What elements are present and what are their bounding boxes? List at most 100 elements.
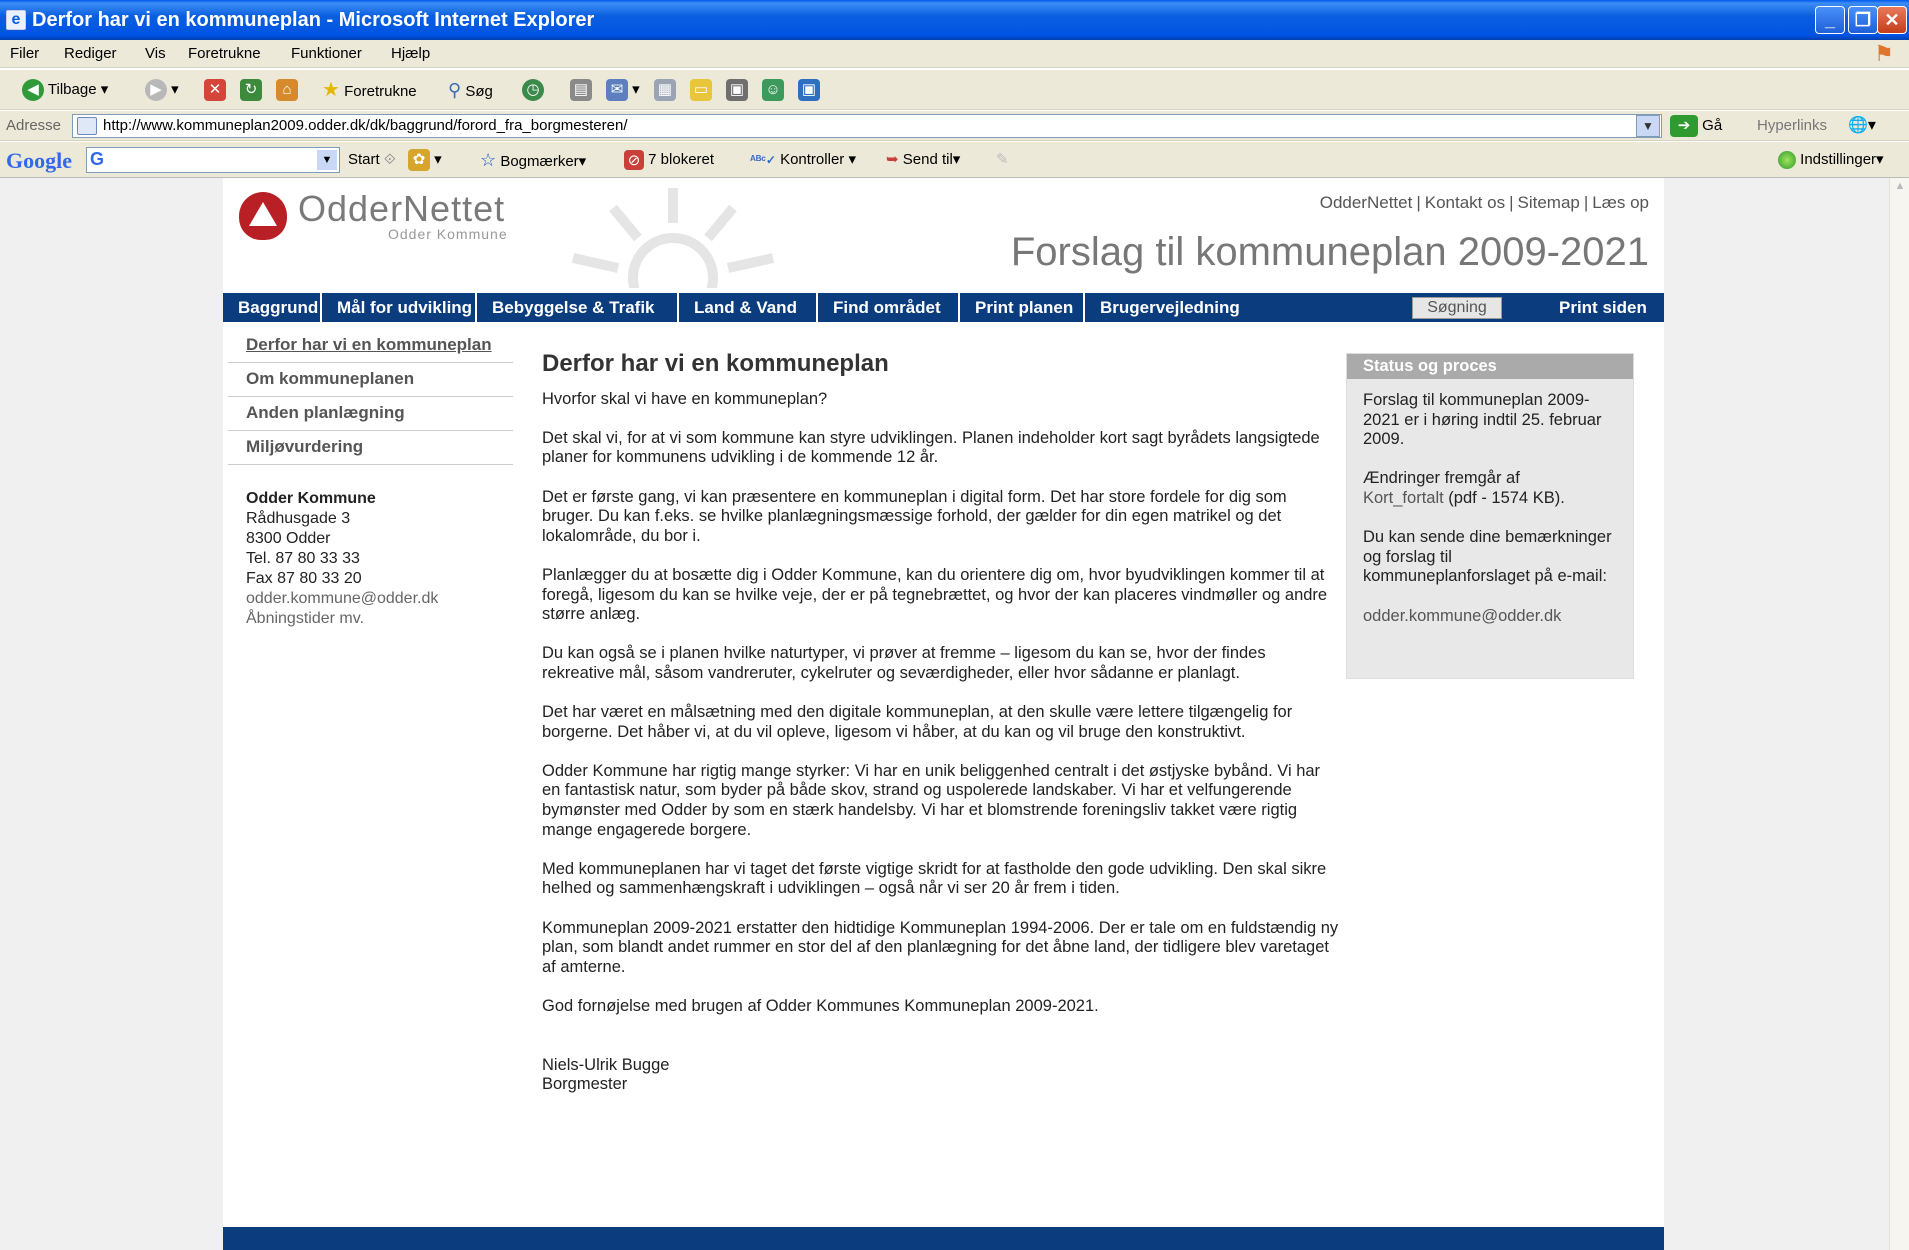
search-label: Søg: [465, 83, 493, 100]
kort-fortalt-link[interactable]: Kort_fortalt: [1363, 489, 1444, 507]
article-paragraph: Det skal vi, for at vi som kommune kan s…: [542, 428, 1320, 467]
contact-name: Odder Kommune: [246, 490, 376, 507]
nav-baggrund[interactable]: Baggrund: [223, 293, 322, 322]
forward-arrow-icon: ▶: [145, 79, 167, 102]
divider: [228, 464, 513, 465]
home-button[interactable]: ⌂: [276, 78, 298, 102]
opening-hours-link[interactable]: Åbningstider mv.: [246, 609, 438, 629]
menu-hjaelp[interactable]: Hjælp: [391, 45, 430, 62]
google-options-button[interactable]: ✿ ▾: [408, 148, 442, 172]
messenger-button[interactable]: ☺: [762, 78, 784, 102]
mail-button[interactable]: ✉ ▾: [606, 78, 640, 102]
restore-button[interactable]: ❐: [1848, 6, 1878, 34]
nav-bebyggelse-trafik[interactable]: Bebyggelse & Trafik: [477, 293, 679, 322]
google-settings-button[interactable]: Indstillinger▾: [1778, 148, 1884, 172]
research-button[interactable]: ▣: [726, 78, 748, 102]
bookmark-star-icon: ☆: [480, 150, 497, 170]
print-page-link[interactable]: Print siden: [1559, 293, 1647, 322]
site-logo-subtitle: Odder Kommune: [388, 226, 508, 242]
forward-button[interactable]: ▶ ▾: [145, 78, 179, 102]
minimize-button[interactable]: _: [1815, 6, 1845, 34]
history-icon: ◷: [522, 79, 544, 102]
article-paragraph: Det har været en målsætning med den digi…: [542, 703, 1293, 741]
article-paragraph: Odder Kommune har rigtig mange styrker: …: [542, 761, 1321, 839]
menu-bar: Filer Rediger Vis Foretrukne Funktioner …: [0, 40, 1909, 68]
nav-find-omraadet[interactable]: Find området: [818, 293, 960, 322]
media-button[interactable]: ▣: [798, 78, 820, 102]
status-email-link[interactable]: odder.kommune@odder.dk: [1363, 607, 1617, 627]
scroll-up-icon[interactable]: ▲: [1892, 180, 1908, 196]
menu-vis[interactable]: Vis: [145, 45, 166, 62]
address-label: Adresse: [6, 117, 62, 134]
back-label: Tilbage: [47, 81, 97, 98]
send-to-button[interactable]: ➥ Send til▾: [886, 148, 960, 172]
signature-name: Niels-Ulrik Bugge: [542, 1055, 670, 1074]
toplink-oddernettet[interactable]: OdderNettet: [1320, 193, 1413, 212]
back-arrow-icon: ◀: [22, 79, 44, 102]
google-logo: Google: [6, 148, 72, 174]
search-button[interactable]: Søgning: [1412, 297, 1502, 319]
nav-maal-for-udvikling[interactable]: Mål for udvikling: [322, 293, 477, 322]
popup-blocker-button[interactable]: ⊘ 7 blokeret: [624, 148, 714, 172]
subnav-om-kommuneplanen[interactable]: Om kommuneplanen: [246, 362, 512, 396]
edit-button[interactable]: ▦: [654, 78, 676, 102]
toplink-laes-op[interactable]: Læs op: [1592, 193, 1649, 212]
links-label[interactable]: Hyperlinks: [1757, 117, 1827, 134]
notes-button[interactable]: ▭: [690, 78, 712, 102]
menu-foretrukne[interactable]: Foretrukne: [188, 45, 261, 62]
note-icon: ▭: [690, 79, 712, 102]
toplink-kontakt[interactable]: Kontakt os: [1425, 193, 1505, 212]
favorites-button[interactable]: ★ Foretrukne: [322, 78, 417, 102]
menu-funktioner[interactable]: Funktioner: [291, 45, 362, 62]
search-icon: ⚲: [448, 80, 462, 100]
browser-viewport: OdderNettet Odder Kommune OdderNettet | Ko…: [0, 178, 1889, 1250]
window-titlebar: e Derfor har vi en kommuneplan - Microso…: [0, 0, 1909, 40]
subnav-derfor[interactable]: Derfor har vi en kommuneplan: [246, 328, 512, 362]
contact-tel: Tel. 87 80 33 33: [246, 550, 360, 567]
highlight-icon[interactable]: ✎: [996, 148, 1009, 172]
nav-land-vand[interactable]: Land & Vand: [679, 293, 818, 322]
contact-email-link[interactable]: odder.kommune@odder.dk: [246, 589, 438, 609]
subnav-miljoevurdering[interactable]: Miljøvurdering: [246, 430, 512, 464]
back-button[interactable]: ◀ Tilbage ▾: [22, 78, 108, 102]
stop-button[interactable]: ✕: [204, 78, 226, 102]
article-paragraph: Kommuneplan 2009-2021 erstatter den hidt…: [542, 918, 1339, 976]
toplink-sitemap[interactable]: Sitemap: [1518, 193, 1580, 212]
edit-icon: ▦: [654, 79, 676, 102]
address-bar: Adresse http://www.kommuneplan2009.odder…: [0, 111, 1909, 141]
google-start-button[interactable]: Start ⟐: [348, 148, 396, 172]
history-button[interactable]: ◷: [522, 78, 544, 102]
address-input[interactable]: http://www.kommuneplan2009.odder.dk/dk/b…: [72, 114, 1662, 138]
home-icon: ⌂: [276, 79, 298, 102]
nav-brugervejledning[interactable]: Brugervejledning: [1085, 293, 1265, 322]
vertical-scrollbar[interactable]: ▲: [1889, 178, 1909, 1250]
check-label: Kontroller: [780, 151, 845, 168]
refresh-button[interactable]: ↻: [240, 78, 262, 102]
bookmarks-button[interactable]: ☆ Bogmærker▾: [480, 148, 586, 172]
address-dropdown-button[interactable]: ▼: [1636, 115, 1660, 137]
google-search-dropdown[interactable]: ▼: [317, 150, 337, 170]
article: Derfor har vi en kommuneplan Hvorfor ska…: [542, 352, 1342, 1095]
status-changes: Ændringer fremgår af Kort_fortalt (pdf -…: [1363, 469, 1617, 508]
search-button[interactable]: ⚲ Søg: [448, 78, 493, 102]
send-to-label: Send til: [902, 151, 953, 168]
menu-rediger[interactable]: Rediger: [64, 45, 117, 62]
google-start-label: Start: [348, 151, 380, 168]
menu-filer[interactable]: Filer: [10, 45, 39, 62]
status-text: Forslag til kommuneplan 2009-2021 er i h…: [1363, 391, 1602, 449]
signature-title: Borgmester: [542, 1075, 628, 1094]
article-paragraph: Det er første gang, vi kan præsentere en…: [542, 487, 1287, 545]
close-button[interactable]: ✕: [1877, 6, 1907, 34]
site-logo[interactable]: OdderNettet: [298, 188, 505, 230]
star-icon: ★: [322, 79, 340, 101]
subnav-anden-planlaegning[interactable]: Anden planlægning: [246, 396, 512, 430]
windows-logo-icon: ⚑: [1874, 41, 1894, 66]
go-button[interactable]: ➔ Gå: [1670, 115, 1722, 139]
spellcheck-button[interactable]: ᴬᴮᶜ✓ Kontroller ▾: [750, 148, 856, 172]
print-button[interactable]: ▤: [570, 78, 592, 102]
web-page: OdderNettet Odder Kommune OdderNettet | Ko…: [223, 178, 1664, 1250]
nav-print-planen[interactable]: Print planen: [960, 293, 1085, 322]
google-search-input[interactable]: G ▼: [86, 147, 340, 173]
translate-icon[interactable]: 🌐▾: [1848, 115, 1876, 135]
settings-icon: [1778, 151, 1796, 170]
